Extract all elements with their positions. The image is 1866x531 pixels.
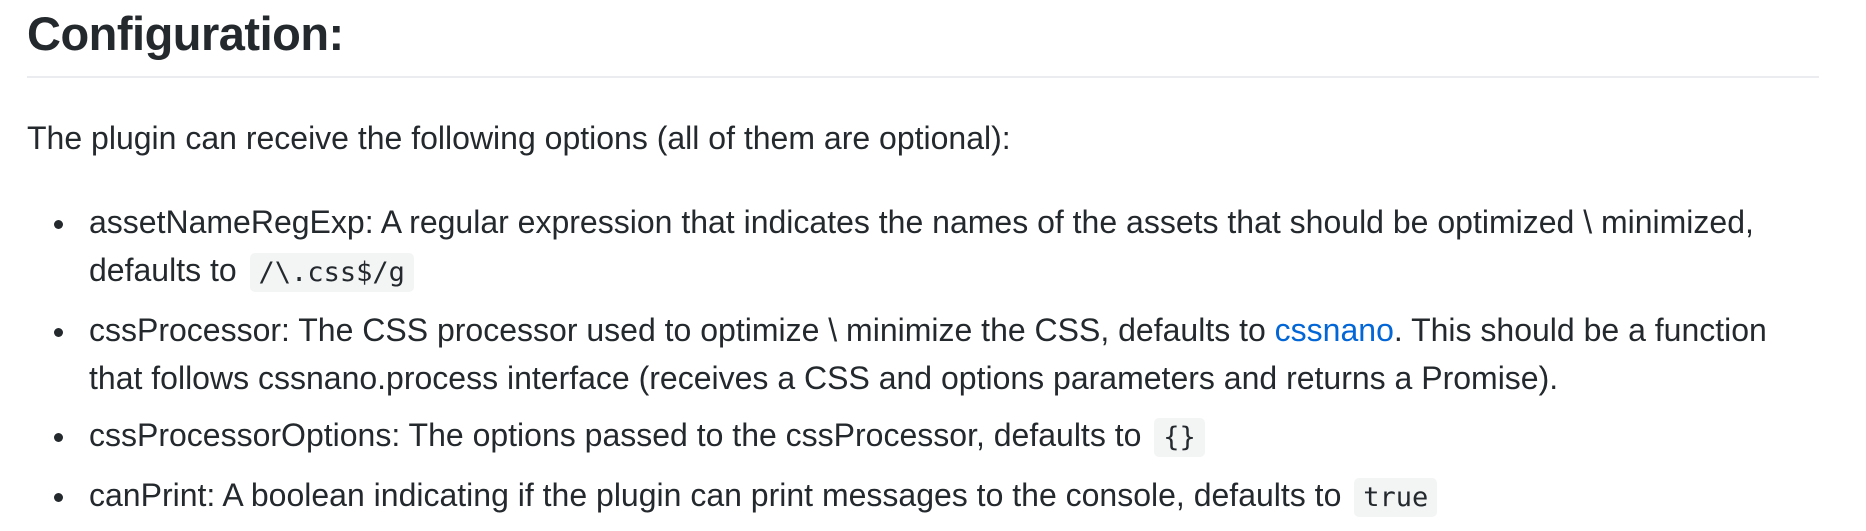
option-item-cssprocessoroptions: cssProcessorOptions: The options passed …: [27, 411, 1819, 462]
option-description: cssProcessor: The CSS processor used to …: [89, 312, 1275, 348]
default-value-code: true: [1354, 478, 1438, 517]
section-heading: Configuration:: [27, 7, 344, 60]
option-item-canprint: canPrint: A boolean indicating if the pl…: [27, 471, 1819, 522]
readme-content: Configuration: The plugin can receive th…: [27, 0, 1819, 531]
options-list: assetNameRegExp: A regular expression th…: [27, 158, 1819, 522]
default-value-code: /\.css$/g: [249, 253, 414, 292]
option-item-cssprocessor: cssProcessor: The CSS processor used to …: [27, 306, 1819, 402]
cssnano-link[interactable]: cssnano: [1275, 312, 1394, 348]
default-value-code: {}: [1154, 418, 1205, 457]
option-item-assetnameregexp: assetNameRegExp: A regular expression th…: [27, 198, 1819, 297]
option-description: cssProcessorOptions: The options passed …: [89, 417, 1142, 453]
intro-paragraph: The plugin can receive the following opt…: [27, 120, 1011, 156]
